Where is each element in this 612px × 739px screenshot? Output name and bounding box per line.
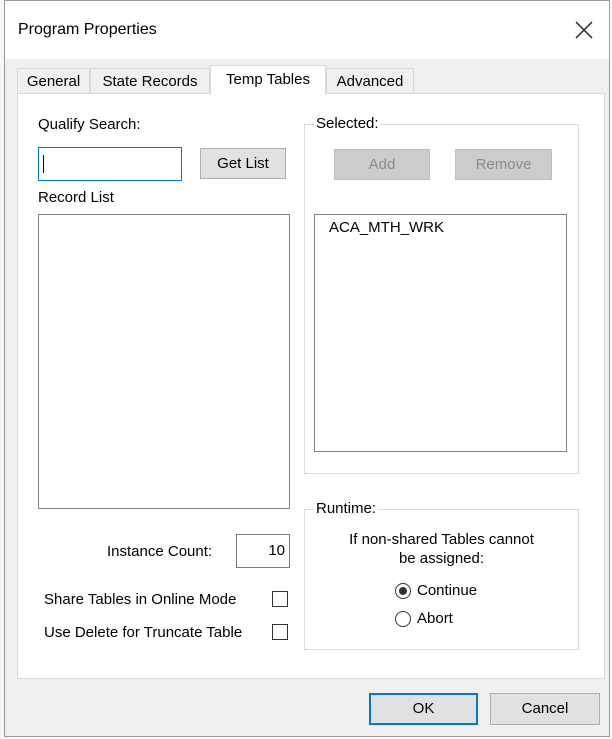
share-tables-checkbox[interactable] — [272, 591, 288, 607]
tab-advanced[interactable]: Advanced — [326, 68, 414, 93]
continue-radio[interactable] — [395, 583, 411, 599]
record-list-label: Record List — [38, 189, 114, 206]
tab-temp-tables-label: Temp Tables — [226, 71, 310, 88]
use-delete-label: Use Delete for Truncate Table — [44, 624, 243, 641]
remove-label: Remove — [475, 156, 532, 173]
abort-label: Abort — [417, 610, 453, 627]
selected-list-item-label: ACA_MTH_WRK — [329, 219, 445, 236]
cancel-button[interactable]: Cancel — [490, 693, 600, 725]
runtime-description-line2: be assigned: — [398, 550, 485, 567]
selected-list-box[interactable]: ACA_MTH_WRK — [314, 214, 567, 452]
qualify-search-label: Qualify Search: — [38, 116, 141, 133]
tab-general-label: General — [26, 73, 81, 90]
text-cursor — [43, 155, 44, 173]
selected-list-item[interactable]: ACA_MTH_WRK — [329, 219, 444, 236]
radio-selected-dot — [399, 587, 407, 595]
tab-state-records[interactable]: State Records — [90, 68, 210, 93]
record-list-box[interactable] — [38, 214, 290, 509]
cancel-label: Cancel — [521, 700, 569, 717]
runtime-legend: Runtime: — [314, 500, 379, 517]
instance-count-input[interactable]: 10 — [236, 534, 290, 568]
get-list-button[interactable]: Get List — [200, 148, 286, 179]
abort-radio[interactable] — [395, 611, 411, 627]
ok-button[interactable]: OK — [369, 693, 478, 725]
continue-label: Continue — [417, 582, 478, 599]
add-button[interactable]: Add — [334, 149, 430, 180]
tab-temp-tables[interactable]: Temp Tables — [210, 65, 326, 95]
add-label: Add — [368, 156, 396, 173]
runtime-description-line1: If non-shared Tables cannot — [349, 531, 534, 548]
ok-label: OK — [412, 700, 435, 717]
selected-legend: Selected: — [314, 115, 381, 132]
temp-tables-panel: Qualify Search: Get List Record List Sel… — [17, 93, 605, 679]
close-button[interactable] — [573, 19, 595, 41]
instance-count-value: 10 — [268, 542, 285, 559]
dialog-title: Program Properties — [18, 21, 157, 38]
runtime-description: If non-shared Tables cannot be assigned: — [304, 530, 579, 568]
remove-button[interactable]: Remove — [455, 149, 552, 180]
tab-general[interactable]: General — [17, 68, 90, 93]
title-bar: Program Properties — [5, 1, 609, 59]
qualify-search-input[interactable] — [38, 147, 182, 181]
close-icon — [575, 21, 593, 39]
tab-state-records-label: State Records — [102, 73, 198, 90]
use-delete-checkbox[interactable] — [272, 624, 288, 640]
tab-advanced-label: Advanced — [336, 73, 404, 90]
instance-count-label: Instance Count: — [107, 543, 213, 560]
get-list-label: Get List — [217, 155, 269, 172]
share-tables-label: Share Tables in Online Mode — [44, 591, 237, 608]
program-properties-dialog: Program Properties General State Records… — [4, 0, 610, 737]
